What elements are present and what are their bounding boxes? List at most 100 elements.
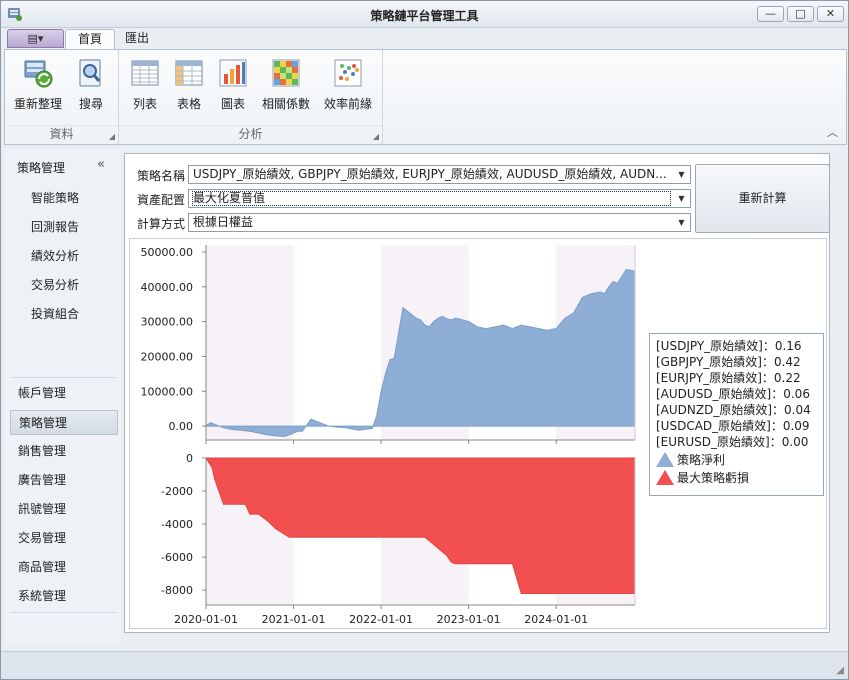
sidebar-item-signals[interactable]: 訊號管理 <box>10 497 118 522</box>
table-icon <box>175 60 203 86</box>
y-tick-label: -4000 <box>161 518 193 531</box>
efficient-frontier-label: 效率前緣 <box>323 97 372 111</box>
tab-home[interactable]: 首頁 <box>65 29 116 49</box>
list-icon <box>131 60 159 86</box>
bar-chart-icon <box>219 59 247 87</box>
heatmap-icon <box>272 59 300 87</box>
sidebar-item-sales[interactable]: 銷售管理 <box>10 439 118 464</box>
sidebar-header: 策略管理 <box>17 161 66 175</box>
legend-weight-audnzd: [AUDNZD_原始績效]：0.04 <box>656 403 811 417</box>
strategy-name-label: 策略名稱 <box>137 169 186 183</box>
app-window: 策略鏈平台管理工具 — □ ✕ ▤▾ 首頁 匯出 重新整理 搜尋 資料 ◢ 列表… <box>0 0 849 680</box>
chart-label: 圖表 <box>220 97 245 111</box>
x-tick-label: 2022-01-01 <box>349 613 413 626</box>
recalculate-button[interactable]: 重新計算 <box>695 164 830 233</box>
sidebar-item-products[interactable]: 商品管理 <box>10 555 118 580</box>
chevron-down-icon[interactable]: ▼ <box>673 190 690 207</box>
ribbon-group-analysis: 列表 表格 圖表 相關係數 效率前緣 分析 ◢ <box>119 50 383 144</box>
legend-max-drawdown-label: 最大策略虧損 <box>677 471 750 485</box>
maximize-button[interactable]: □ <box>787 6 814 22</box>
y-tick-label: -2000 <box>161 485 193 498</box>
chevron-down-icon[interactable]: ▼ <box>673 214 690 231</box>
triangle-red-icon <box>656 470 674 485</box>
ribbon: 重新整理 搜尋 資料 ◢ 列表 表格 圖表 相關係數 效率前緣 分析 ◢ ︿ <box>4 49 847 145</box>
navigation-sidebar: 策略管理 « 智能策略 回測報告 績效分析 交易分析 投資組合 帳戶管理 策略管… <box>4 149 121 643</box>
efficient-frontier-button[interactable]: 效率前緣 <box>319 54 377 114</box>
legend-net-profit-label: 策略淨利 <box>677 453 726 467</box>
y-tick-label: 10000.00 <box>141 385 194 398</box>
title-bar: 策略鏈平台管理工具 — □ ✕ <box>1 1 848 28</box>
allocation-combo[interactable]: 最大化夏普值 ▼ <box>188 189 691 208</box>
strategy-name-value: USDJPY_原始績效, GBPJPY_原始績效, EURJPY_原始績效, A… <box>193 167 667 181</box>
sidebar-subitem-backtest-report[interactable]: 回測報告 <box>31 218 79 235</box>
allocation-label: 資產配置 <box>137 193 186 207</box>
calculation-method-combo[interactable]: 根據日權益 ▼ <box>188 213 691 232</box>
search-button[interactable]: 搜尋 <box>69 54 113 114</box>
sidebar-item-system[interactable]: 系統管理 <box>10 584 118 609</box>
legend-weight-audusd: [AUDUSD_原始績效]：0.06 <box>656 387 810 401</box>
search-icon <box>79 59 101 87</box>
tab-export[interactable]: 匯出 <box>113 29 161 49</box>
chart-legend: [USDJPY_原始績效]：0.16 [GBPJPY_原始績效]：0.42 [E… <box>649 333 824 496</box>
close-button[interactable]: ✕ <box>817 6 844 22</box>
y-tick-label: -6000 <box>161 551 193 564</box>
y-tick-label: 20000.00 <box>141 350 194 363</box>
resize-grip-icon[interactable]: ◢ <box>836 665 844 676</box>
x-tick-label: 2020-01-01 <box>174 613 238 626</box>
allocation-value: 最大化夏普值 <box>192 191 671 206</box>
dialog-launcher-icon[interactable]: ◢ <box>109 132 115 141</box>
search-label: 搜尋 <box>78 97 103 111</box>
calculation-method-value: 根據日權益 <box>193 215 254 229</box>
minimize-button[interactable]: — <box>757 6 784 22</box>
y-tick-label: 0.00 <box>169 420 194 433</box>
chart-button[interactable]: 圖表 <box>212 54 254 114</box>
ribbon-tab-row: ▤▾ 首頁 匯出 <box>1 28 848 49</box>
x-tick-label: 2023-01-01 <box>437 613 501 626</box>
strategy-name-combo[interactable]: USDJPY_原始績效, GBPJPY_原始績效, EURJPY_原始績效, A… <box>188 165 691 184</box>
ribbon-collapse-icon[interactable]: ︿ <box>827 124 838 140</box>
sidebar-subitem-smart-strategy[interactable]: 智能策略 <box>31 189 79 206</box>
scatter-icon <box>334 59 362 87</box>
x-tick-label: 2024-01-01 <box>524 613 588 626</box>
sidebar-item-strategy[interactable]: 策略管理 <box>10 410 118 435</box>
ribbon-group-analysis-label: 分析 <box>119 125 382 142</box>
refresh-label: 重新整理 <box>13 97 62 111</box>
y-tick-label: -8000 <box>161 584 193 597</box>
calculation-method-label: 計算方式 <box>137 217 186 231</box>
sidebar-item-ads[interactable]: 廣告管理 <box>10 468 118 493</box>
triangle-blue-icon <box>656 452 674 467</box>
legend-net-profit: 策略淨利 <box>656 452 823 468</box>
refresh-button[interactable]: 重新整理 <box>9 54 67 114</box>
legend-weight-gbpjpy: [GBPJPY_原始績效]：0.42 <box>656 355 801 369</box>
chart-area: 50000.00 40000.00 30000.00 20000.00 10000.00… <box>129 238 827 629</box>
list-label: 列表 <box>132 97 157 111</box>
legend-weight-eurjpy: [EURJPY_原始績效]：0.22 <box>656 371 801 385</box>
y-tick-label: 30000.00 <box>141 316 194 329</box>
legend-weight-usdjpy: [USDJPY_原始績效]：0.16 <box>656 339 802 353</box>
dialog-launcher-icon[interactable]: ◢ <box>373 132 379 141</box>
sidebar-subitem-trade-analysis[interactable]: 交易分析 <box>31 276 79 293</box>
sidebar-collapse-icon[interactable]: « <box>97 157 105 172</box>
legend-max-drawdown: 最大策略虧損 <box>656 470 823 486</box>
sidebar-divider <box>10 377 117 378</box>
window-title: 策略鏈平台管理工具 <box>370 9 479 23</box>
y-tick-label: 50000.00 <box>141 246 194 259</box>
sidebar-subitem-portfolio[interactable]: 投資組合 <box>31 305 79 322</box>
sidebar-item-trades[interactable]: 交易管理 <box>10 526 118 551</box>
x-tick-label: 2021-01-01 <box>262 613 326 626</box>
correlation-button[interactable]: 相關係數 <box>257 54 315 114</box>
sidebar-divider <box>10 612 117 613</box>
application-menu-button[interactable]: ▤▾ <box>7 29 64 48</box>
list-button[interactable]: 列表 <box>124 54 166 114</box>
y-tick-label: 40000.00 <box>141 281 194 294</box>
status-bar: ◢ <box>1 651 848 679</box>
ribbon-group-data: 重新整理 搜尋 資料 ◢ <box>5 50 119 144</box>
chevron-down-icon[interactable]: ▼ <box>673 166 690 183</box>
table-label: 表格 <box>176 97 201 111</box>
legend-weight-eurusd: [EURUSD_原始績效]：0.00 <box>656 435 809 449</box>
sidebar-item-accounts[interactable]: 帳戶管理 <box>10 381 118 406</box>
sidebar-subitem-performance[interactable]: 績效分析 <box>31 247 79 264</box>
table-button[interactable]: 表格 <box>168 54 210 114</box>
correlation-label: 相關係數 <box>261 97 310 111</box>
y-tick-label: 0 <box>186 452 193 465</box>
